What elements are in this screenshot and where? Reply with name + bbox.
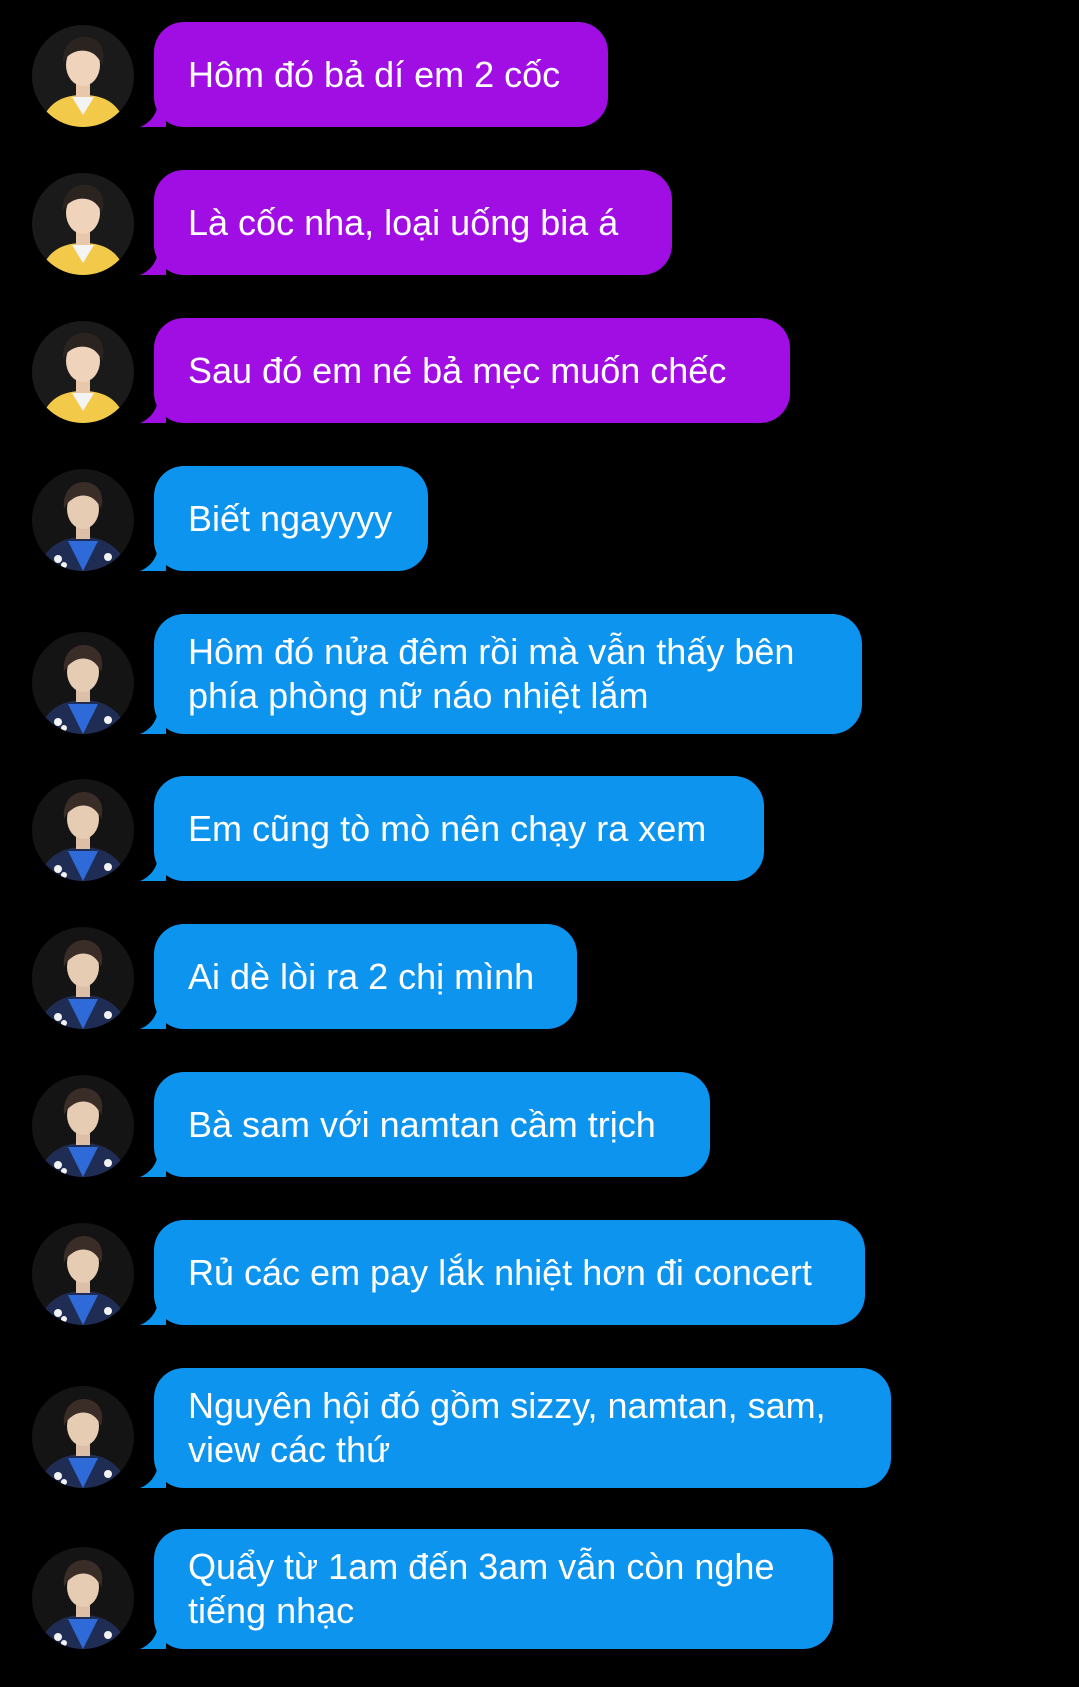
message-bubble[interactable]: Biết ngayyyy [154,466,428,571]
message-bubble[interactable]: Nguyên hội đó gồm sizzy, namtan, sam, vi… [154,1368,891,1488]
avatar-blue-jacket[interactable] [32,1075,134,1177]
message-bubble[interactable]: Em cũng tò mò nên chạy ra xem [154,776,764,881]
message-text: Ai dè lòi ra 2 chị mình [188,955,535,997]
message-bubble[interactable]: Hôm đó bả dí em 2 cốc [154,22,608,127]
message-bubble[interactable]: Ai dè lòi ra 2 chị mình [154,924,577,1029]
avatar-blue-jacket[interactable] [32,927,134,1029]
message-bubble[interactable]: Bà sam với namtan cầm trịch [154,1072,710,1177]
message-row: Hôm đó nửa đêm rồi mà vẫn thấy bên phía … [0,614,1079,734]
avatar-blue-jacket[interactable] [32,779,134,881]
message-bubble[interactable]: Quẩy từ 1am đến 3am vẫn còn nghe tiếng n… [154,1529,833,1649]
message-text: Rủ các em pay lắk nhiệt hơn đi concert [188,1251,812,1293]
avatar-blue-jacket[interactable] [32,1386,134,1488]
avatar-blue-jacket[interactable] [32,1223,134,1325]
message-row: Em cũng tò mò nên chạy ra xem [0,776,1079,881]
avatar-yellow-jacket[interactable] [32,321,134,423]
message-row: Ai dè lòi ra 2 chị mình [0,924,1079,1029]
message-text: Bà sam với namtan cầm trịch [188,1103,656,1145]
message-row: Là cốc nha, loại uống bia á [0,170,1079,275]
avatar-blue-jacket[interactable] [32,469,134,571]
avatar-yellow-jacket[interactable] [32,173,134,275]
message-text: Nguyên hội đó gồm sizzy, namtan, sam, vi… [188,1385,826,1470]
message-row: Bà sam với namtan cầm trịch [0,1072,1079,1177]
chat-thread: Hôm đó bả dí em 2 cốc Là cốc nha, loại uố… [0,0,1079,1687]
message-row: Biết ngayyyy [0,466,1079,571]
message-row: Rủ các em pay lắk nhiệt hơn đi concert [0,1220,1079,1325]
message-text: Hôm đó nửa đêm rồi mà vẫn thấy bên phía … [188,631,795,716]
avatar-yellow-jacket[interactable] [32,25,134,127]
message-text: Em cũng tò mò nên chạy ra xem [188,807,707,849]
message-text: Biết ngayyyy [188,497,393,539]
message-text: Là cốc nha, loại uống bia á [188,201,619,243]
message-text: Quẩy từ 1am đến 3am vẫn còn nghe tiếng n… [188,1546,775,1631]
message-bubble[interactable]: Sau đó em né bả mẹc muốn chếc [154,318,790,423]
message-text: Sau đó em né bả mẹc muốn chếc [188,349,727,391]
message-row: Nguyên hội đó gồm sizzy, namtan, sam, vi… [0,1368,1079,1488]
message-bubble[interactable]: Rủ các em pay lắk nhiệt hơn đi concert [154,1220,865,1325]
avatar-blue-jacket[interactable] [32,632,134,734]
avatar-blue-jacket[interactable] [32,1547,134,1649]
message-bubble[interactable]: Hôm đó nửa đêm rồi mà vẫn thấy bên phía … [154,614,862,734]
message-row: Hôm đó bả dí em 2 cốc [0,22,1079,127]
message-row: Sau đó em né bả mẹc muốn chếc [0,318,1079,423]
message-text: Hôm đó bả dí em 2 cốc [188,53,561,95]
message-bubble[interactable]: Là cốc nha, loại uống bia á [154,170,672,275]
message-row: Quẩy từ 1am đến 3am vẫn còn nghe tiếng n… [0,1529,1079,1649]
